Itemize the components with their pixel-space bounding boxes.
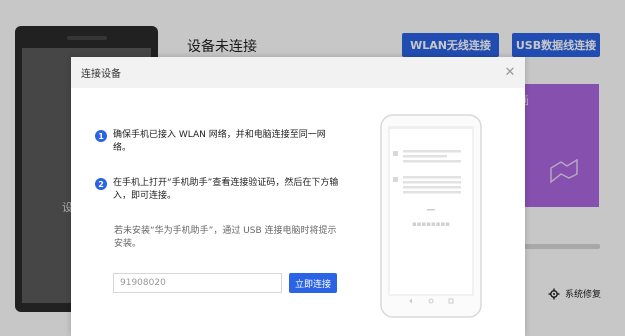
phone-code-mask: ▪▪▪▪▪▪▪▪ — [412, 220, 450, 228]
close-icon[interactable]: ✕ — [502, 64, 518, 80]
connect-device-dialog: 连接设备 ✕ 1 确保手机已接入 WLAN 网络，并和电脑连接至同一网络。 2 … — [71, 57, 525, 336]
step-2-text: 在手机上打开“手机助手”查看连接验证码，然后在下方输入，即可连接。 — [113, 178, 339, 201]
step-1: 1 确保手机已接入 WLAN 网络，并和电脑连接至同一网络。 — [95, 129, 343, 155]
dialog-title: 连接设备 — [81, 69, 121, 80]
verification-code-input[interactable] — [113, 273, 282, 293]
step-1-text: 确保手机已接入 WLAN 网络，并和电脑连接至同一网络。 — [113, 130, 326, 153]
connect-now-button[interactable]: 立即连接 — [289, 273, 337, 293]
dialog-header: 连接设备 ✕ — [71, 57, 525, 88]
step-2: 2 在手机上打开“手机助手”查看连接验证码，然后在下方输入，即可连接。 — [95, 177, 343, 203]
step-2-number: 2 — [95, 178, 107, 190]
install-hint: 若未安装“华为手机助手”，通过 USB 连接电脑时将提示安装。 — [114, 226, 337, 249]
phone-illustration: ▪▪▪▪▪▪▪▪ — [380, 114, 482, 318]
step-1-number: 1 — [95, 130, 107, 142]
